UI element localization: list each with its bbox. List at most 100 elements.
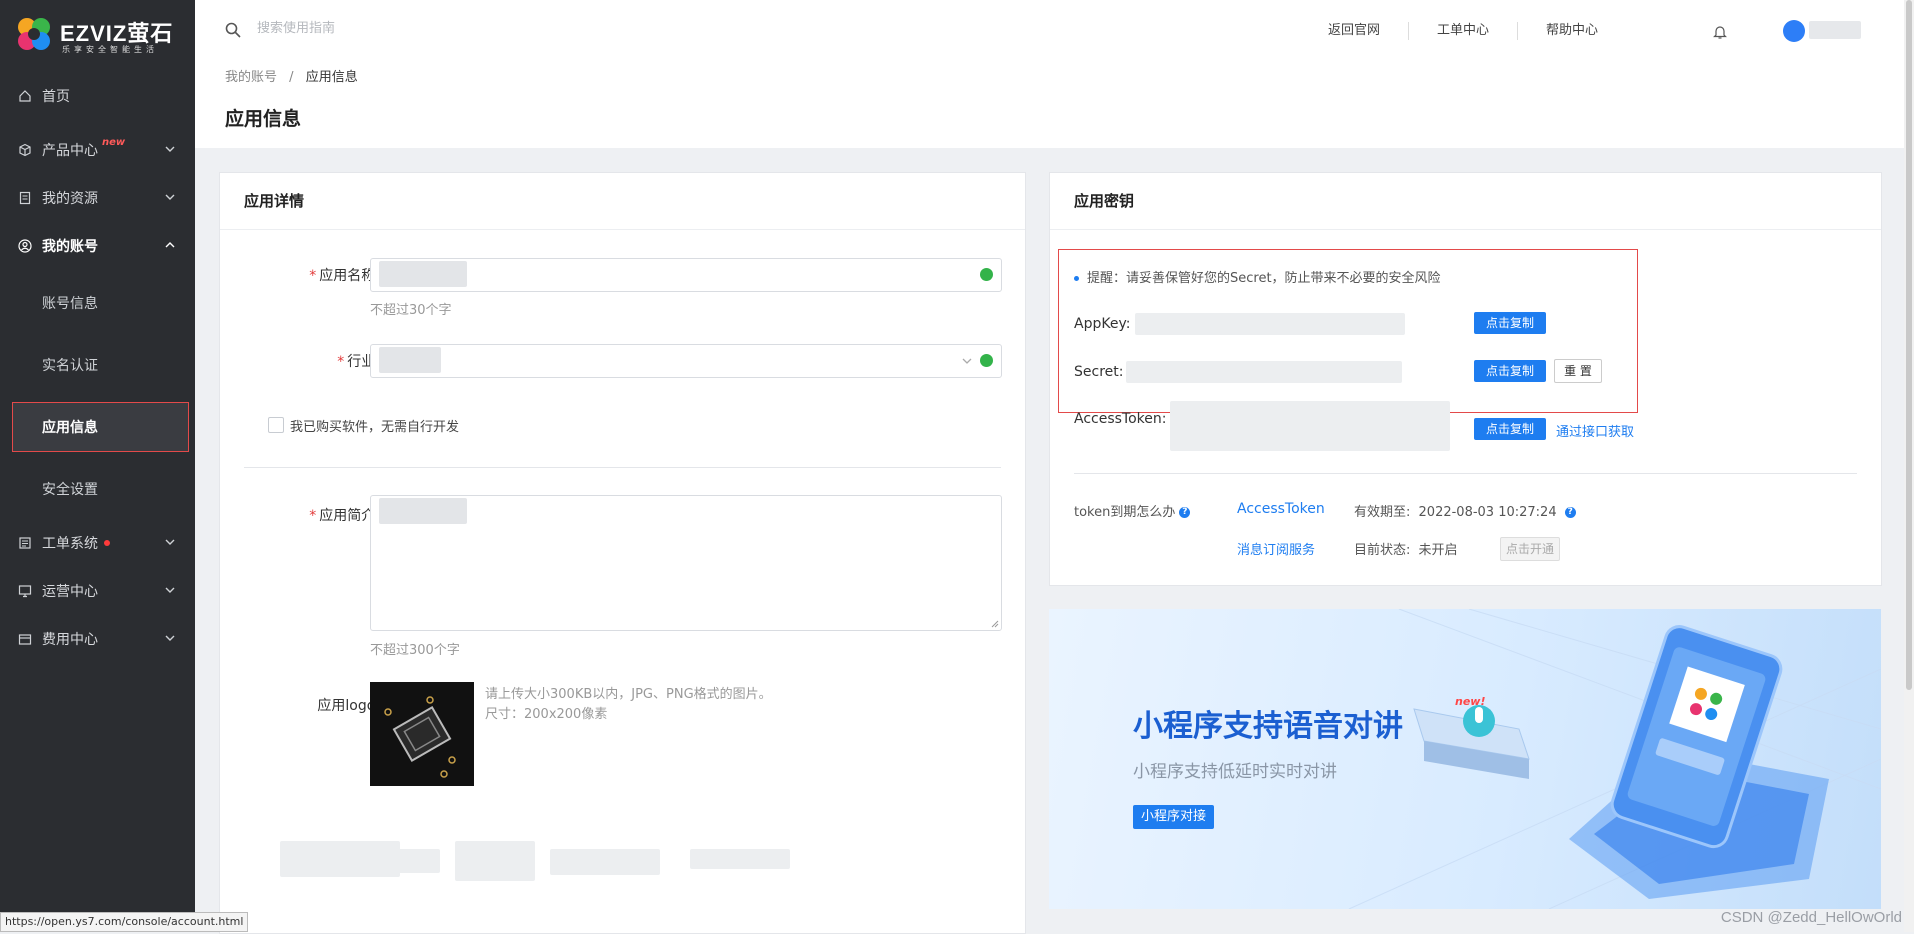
access-token-link[interactable]: AccessToken [1237, 501, 1325, 517]
promo-banner[interactable]: 小程序支持语音对讲 new! 小程序支持低延时实时对讲 小程序对接 [1049, 609, 1881, 909]
sidebar-subitem-label: 安全设置 [42, 482, 98, 498]
document-icon [19, 191, 31, 205]
sidebar-item-label: 产品中心 [42, 143, 98, 159]
sidebar-item-label: 费用中心 [42, 632, 98, 648]
status-value: 未开启 [1418, 543, 1458, 558]
app-keys-card: 应用密钥 提醒：请妥善保管好您的Secret，防止带来不必要的安全风险 AppK… [1049, 172, 1882, 586]
appkey-value-redacted [1135, 313, 1405, 335]
sidebar-subitem-app-info[interactable]: 应用信息 [12, 402, 189, 452]
breadcrumb-parent[interactable]: 我的账号 [225, 70, 277, 85]
banner-subtitle: 小程序支持低延时实时对讲 [1133, 762, 1337, 782]
industry-select[interactable] [370, 344, 1002, 378]
subscription-status: 目前状态: 未开启 [1354, 539, 1458, 558]
app-name-label: * 应用名称: [309, 268, 380, 284]
sidebar: EZVIZ萤石 乐享安全智能生活 首页 产品中心 new 我的资源 我的账号 账… [0, 0, 195, 932]
help-icon[interactable]: ? [1564, 507, 1576, 518]
wallet-icon [18, 634, 32, 645]
logo-hint: 请上传大小300KB以内，JPG、PNG格式的图片。尺寸：200x200像素 [485, 687, 772, 722]
copy-token-button[interactable]: 点击复制 [1474, 418, 1546, 440]
copy-appkey-button[interactable]: 点击复制 [1474, 312, 1546, 334]
bullet-icon [1074, 276, 1079, 281]
page-scrollbar[interactable] [1904, 0, 1914, 932]
sidebar-item-label: 首页 [42, 89, 70, 105]
help-icon[interactable]: ? [1179, 507, 1191, 518]
valid-until: 有效期至: 2022-08-03 10:27:24 ? [1354, 501, 1576, 520]
ezviz-logo[interactable]: EZVIZ萤石 乐享安全智能生活 [14, 14, 184, 54]
link-help-center[interactable]: 帮助中心 [1518, 22, 1626, 40]
chevron-down-icon [165, 635, 175, 641]
page-title: 应用信息 [225, 108, 302, 130]
sidebar-item-resources[interactable]: 我的资源 [0, 178, 195, 218]
valid-until-label: 有效期至: [1354, 505, 1411, 520]
enable-service-button[interactable]: 点击开通 [1500, 537, 1560, 561]
redacted-content [550, 849, 660, 875]
logo-label: 应用logo: [317, 698, 380, 714]
top-header: 返回官网 工单中心 帮助中心 我的账号 / 应用信息 应用信息 [195, 0, 1914, 148]
sidebar-item-my-account[interactable]: 我的账号 [0, 226, 195, 266]
status-bar-url: https://open.ys7.com/console/account.htm… [0, 912, 249, 932]
sidebar-subitem-real-name[interactable]: 实名认证 [0, 345, 195, 385]
notification-dot [104, 540, 110, 546]
card-title: 应用密钥 [1050, 173, 1881, 230]
secret-value-redacted [1126, 361, 1402, 383]
sidebar-subitem-label: 账号信息 [42, 296, 98, 312]
app-logo-image[interactable] [370, 682, 474, 786]
home-icon [19, 90, 31, 102]
appkey-label: AppKey: [1074, 316, 1131, 332]
watermark: CSDN @Zedd_HellOwOrld [1720, 909, 1902, 926]
access-token-redacted [1170, 401, 1450, 451]
sidebar-item-operations[interactable]: 运营中心 [0, 571, 195, 611]
token-expire-question[interactable]: token到期怎么办? [1074, 501, 1191, 520]
sidebar-item-label: 我的资源 [42, 191, 98, 207]
sidebar-item-products[interactable]: 产品中心 new [0, 130, 195, 170]
chip-image-icon [370, 682, 474, 786]
purchased-checkbox-label[interactable]: 我已购买软件，无需自行开发 [290, 416, 459, 435]
sidebar-subitem-label: 实名认证 [42, 358, 98, 374]
fetch-via-api-link[interactable]: 通过接口获取 [1556, 421, 1634, 440]
message-subscription-link[interactable]: 消息订阅服务 [1237, 539, 1315, 558]
redacted-value [379, 261, 467, 287]
sidebar-subitem-account-info[interactable]: 账号信息 [0, 283, 195, 323]
brand-slogan: 乐享安全智能生活 [62, 45, 158, 54]
sidebar-item-label: 运营中心 [42, 584, 98, 600]
miniprogram-connect-button[interactable]: 小程序对接 [1133, 805, 1215, 829]
purchased-checkbox[interactable] [268, 417, 284, 433]
search-icon[interactable] [225, 22, 241, 38]
app-name-input[interactable] [370, 258, 1002, 292]
sidebar-item-tickets[interactable]: 工单系统 [0, 523, 195, 563]
check-success-icon [980, 268, 993, 281]
breadcrumb-current: 应用信息 [305, 70, 358, 85]
security-tip-text: 提醒：请妥善保管好您的Secret，防止带来不必要的安全风险 [1087, 271, 1441, 286]
redacted-content [690, 849, 790, 869]
new-badge: new [102, 136, 126, 148]
reset-secret-button[interactable]: 重 置 [1554, 359, 1602, 383]
link-ticket-center[interactable]: 工单中心 [1409, 22, 1519, 40]
valid-until-value: 2022-08-03 10:27:24 [1418, 505, 1557, 520]
search-input[interactable] [255, 20, 559, 37]
scrollbar-thumb[interactable] [1906, 0, 1912, 690]
avatar[interactable] [1783, 20, 1805, 42]
security-tip: 提醒：请妥善保管好您的Secret，防止带来不必要的安全风险 [1074, 267, 1441, 286]
intro-textarea[interactable] [370, 495, 1002, 631]
breadcrumb: 我的账号 / 应用信息 [225, 66, 358, 85]
top-links: 返回官网 工单中心 帮助中心 [1300, 22, 1626, 40]
token-expire-question-text: token到期怎么办 [1074, 505, 1176, 520]
card-title: 应用详情 [220, 173, 1025, 230]
chevron-down-icon [165, 146, 175, 152]
chevron-up-icon [165, 242, 175, 248]
link-official-site[interactable]: 返回官网 [1300, 22, 1410, 40]
copy-secret-button[interactable]: 点击复制 [1474, 360, 1546, 382]
access-token-label: AccessToken: [1074, 411, 1167, 427]
username-redacted[interactable] [1809, 21, 1861, 39]
resize-handle-icon[interactable] [991, 620, 999, 628]
intro-hint: 不超过300个字 [370, 643, 460, 658]
bell-icon[interactable] [1713, 24, 1727, 40]
sidebar-item-label: 我的账号 [42, 239, 98, 255]
status-label: 目前状态: [1354, 543, 1411, 558]
chevron-down-icon [165, 587, 175, 593]
sidebar-subitem-security[interactable]: 安全设置 [0, 469, 195, 509]
sidebar-subitem-label: 应用信息 [42, 420, 98, 436]
sidebar-item-billing[interactable]: 费用中心 [0, 619, 195, 659]
sidebar-item-home[interactable]: 首页 [0, 76, 195, 116]
check-success-icon [980, 354, 993, 367]
